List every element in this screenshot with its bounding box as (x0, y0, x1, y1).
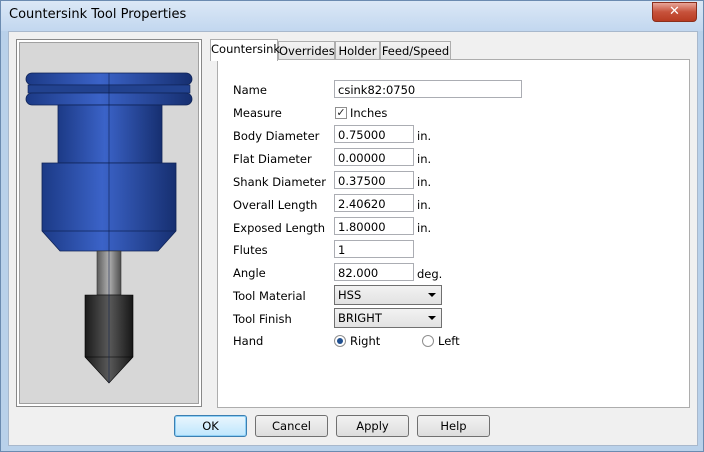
cancel-button[interactable]: Cancel (255, 415, 328, 437)
flutes-label: Flutes (233, 243, 268, 257)
hand-left-label[interactable]: Left (438, 334, 460, 348)
close-icon: ✕ (669, 4, 680, 19)
help-button[interactable]: Help (417, 415, 490, 437)
shank-diameter-label: Shank Diameter (233, 175, 326, 189)
ok-button[interactable]: OK (174, 415, 247, 437)
tool-preview-frame (16, 39, 202, 407)
overall-length-field[interactable]: 2.40620 (334, 194, 414, 212)
dialog-window: Countersink Tool Properties ✕ Countersin… (0, 0, 704, 452)
hand-left-radio[interactable] (422, 335, 434, 347)
exposed-length-field[interactable]: 1.80000 (334, 217, 414, 235)
tool-finish-value: BRIGHT (338, 311, 382, 325)
flat-diameter-label: Flat Diameter (233, 152, 312, 166)
tool-finish-dropdown[interactable]: BRIGHT (334, 308, 442, 328)
tab-holder[interactable]: Holder (335, 41, 380, 60)
angle-field[interactable]: 82.000 (334, 263, 414, 281)
close-button[interactable]: ✕ (652, 2, 697, 22)
apply-button[interactable]: Apply (336, 415, 409, 437)
checkmark-icon: ✓ (336, 106, 346, 119)
inches-checkbox-label[interactable]: Inches (350, 106, 387, 120)
title-bar[interactable]: Countersink Tool Properties ✕ (1, 1, 703, 31)
shank-diameter-unit: in. (417, 175, 432, 189)
tab-countersink[interactable]: Countersink (210, 39, 280, 61)
countersink-tab-panel: Name csink82:0750 Measure ✓ Inches Body … (217, 59, 690, 408)
tab-overrides[interactable]: Overrides (278, 41, 335, 60)
flutes-field[interactable]: 1 (334, 240, 414, 258)
flat-diameter-field[interactable]: 0.00000 (334, 148, 414, 166)
tool-material-label: Tool Material (233, 289, 306, 303)
body-diameter-unit: in. (417, 129, 432, 143)
window-title: Countersink Tool Properties (9, 7, 187, 22)
exposed-length-label: Exposed Length (233, 221, 326, 235)
angle-unit: deg. (417, 267, 443, 281)
chevron-down-icon (428, 293, 436, 297)
hand-right-radio[interactable] (334, 335, 346, 347)
name-label: Name (233, 83, 267, 97)
body-diameter-field[interactable]: 0.75000 (334, 125, 414, 143)
overall-length-label: Overall Length (233, 198, 318, 212)
tab-feed-speed[interactable]: Feed/Speed (380, 41, 451, 60)
angle-label: Angle (233, 266, 266, 280)
hand-label: Hand (233, 334, 264, 348)
exposed-length-unit: in. (417, 221, 432, 235)
flat-diameter-unit: in. (417, 152, 432, 166)
overall-length-unit: in. (417, 198, 432, 212)
measure-label: Measure (233, 106, 282, 120)
tool-material-value: HSS (338, 288, 362, 302)
holder-collar (57, 104, 163, 164)
tool-finish-label: Tool Finish (233, 312, 292, 326)
chevron-down-icon (428, 316, 436, 320)
name-field[interactable]: csink82:0750 (334, 80, 522, 98)
tool-material-dropdown[interactable]: HSS (334, 285, 442, 305)
tool-preview-canvas (19, 42, 199, 404)
shank-diameter-field[interactable]: 0.37500 (334, 171, 414, 189)
inches-checkbox[interactable]: ✓ (335, 107, 347, 119)
body-diameter-label: Body Diameter (233, 129, 320, 143)
dialog-client-area: Countersink Overrides Holder Feed/Speed … (8, 31, 698, 446)
countersink-tool-illustration (25, 72, 193, 384)
hand-right-label[interactable]: Right (350, 334, 380, 348)
